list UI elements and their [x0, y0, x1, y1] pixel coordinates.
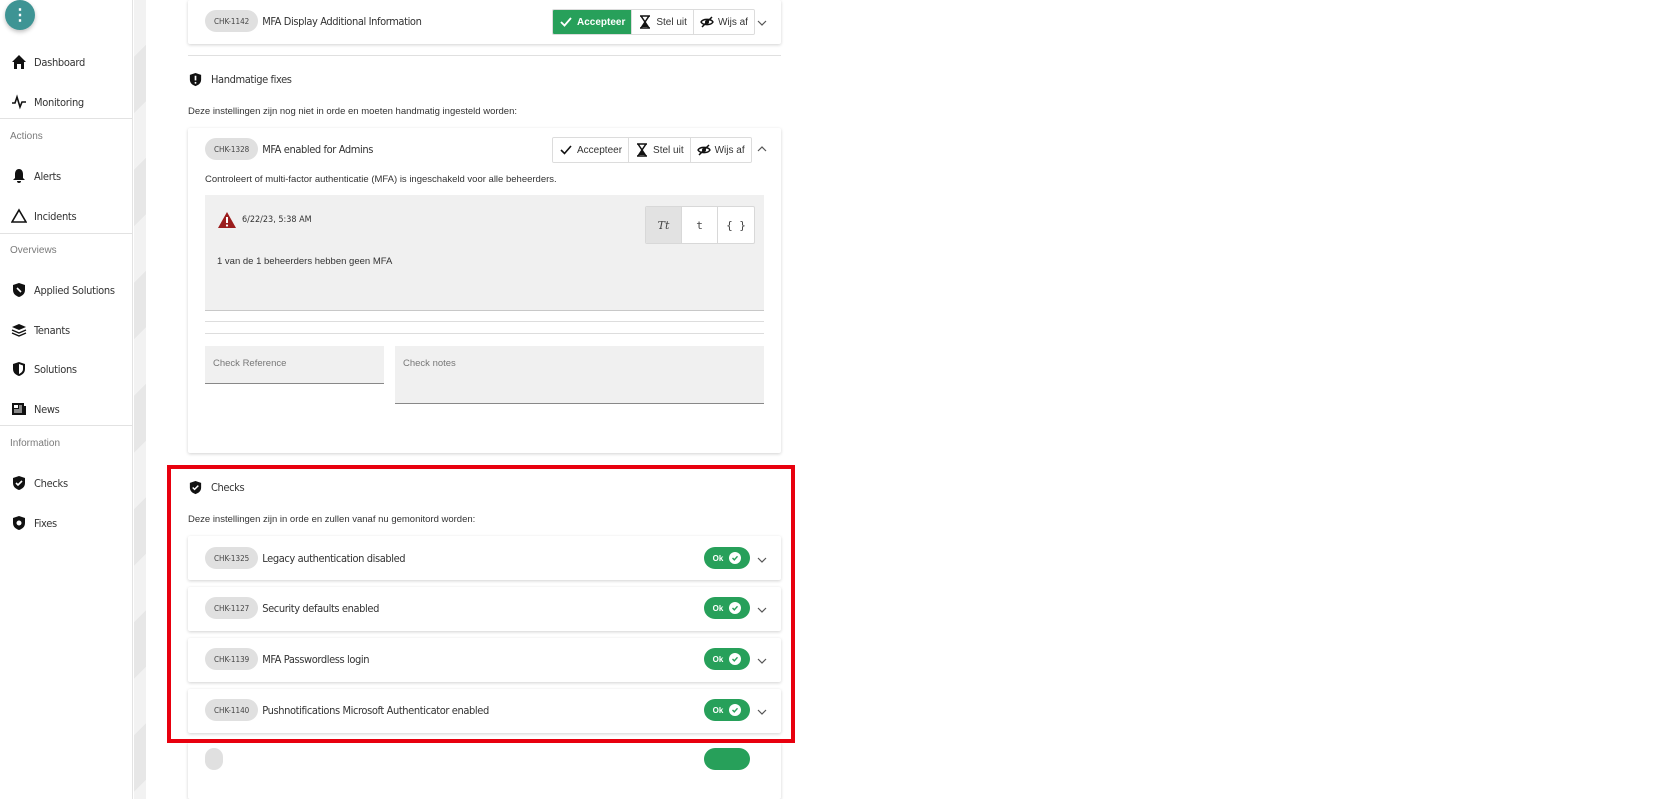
check-icon [560, 17, 572, 27]
sidebar-item-label: Applied Solutions [34, 283, 115, 297]
sidebar-item-fixes[interactable]: Fixes [0, 508, 132, 538]
section-divider [188, 55, 781, 56]
sidebar-item-alerts[interactable]: Alerts [0, 161, 132, 191]
check-title: MFA enabled for Admins [262, 142, 373, 156]
sidebar-item-label: Alerts [34, 169, 61, 183]
sidebar-item-label: Incidents [34, 209, 77, 223]
sidebar-divider [0, 118, 132, 119]
check-code-badge: CHK-1328 [205, 138, 259, 160]
eye-off-icon [696, 144, 711, 156]
accept-button[interactable]: Accepteer [553, 10, 633, 34]
divider [205, 321, 764, 322]
sidebar: ⋮ Dashboard Monitoring Actions Alerts In… [0, 0, 133, 799]
menu-button[interactable]: ⋮ [5, 0, 35, 30]
decorative-stripe [134, 0, 146, 799]
section-label-actions: Actions [10, 131, 43, 142]
sidebar-divider [0, 425, 132, 426]
expand-chevron-icon[interactable] [755, 16, 769, 30]
check-code-badge: CHK-1142 [205, 10, 259, 32]
shield-wrench-icon [10, 281, 28, 299]
sidebar-item-solutions[interactable]: Solutions [0, 354, 132, 384]
collapse-chevron-icon[interactable] [755, 142, 769, 156]
section-label-overviews: Overviews [10, 245, 57, 256]
result-text: 1 van de 1 beheerders hebben geen MFA [217, 256, 393, 267]
result-panel: 6/22/23, 5:38 AM Tt t { } 1 van de 1 beh… [205, 195, 764, 311]
sidebar-item-label: News [34, 402, 60, 416]
check-row-header[interactable]: CHK-1328 MFA enabled for Admins [205, 138, 373, 160]
check-code-badge [205, 748, 223, 770]
sidebar-item-news[interactable]: News [0, 394, 132, 424]
manual-fixes-description: Deze instellingen zijn nog niet in orde … [188, 106, 518, 117]
section-label-information: Information [10, 438, 61, 449]
check-reference-field[interactable]: Check Reference [205, 346, 384, 384]
sidebar-item-label: Tenants [34, 323, 70, 337]
reject-button[interactable]: Wijs af [690, 138, 751, 162]
sidebar-item-label: Checks [34, 476, 68, 490]
manual-fixes-heading: Handmatige fixes [188, 72, 292, 87]
warning-triangle-icon [10, 207, 28, 225]
shield-exclamation-icon [189, 72, 202, 87]
shield-fix-icon [10, 514, 28, 532]
sidebar-divider [0, 233, 132, 234]
sidebar-item-applied-solutions[interactable]: Applied Solutions [0, 275, 132, 305]
warning-icon [218, 212, 236, 228]
format-text-button[interactable]: Tt [646, 207, 682, 243]
check-row-card: CHK-1142 MFA Display Additional Informat… [188, 0, 781, 44]
highlight-annotation [167, 465, 795, 743]
ok-status-badge [704, 748, 750, 770]
sidebar-item-tenants[interactable]: Tenants [0, 315, 132, 345]
action-button-group: Accepteer Stel uit Wijs af [552, 9, 755, 35]
manual-fix-card: CHK-1328 MFA enabled for Admins Acceptee… [188, 128, 781, 453]
check-icon [560, 145, 572, 155]
check-title: MFA Display Additional Information [262, 14, 422, 28]
sidebar-item-label: Monitoring [34, 95, 84, 109]
check-row-header[interactable]: CHK-1142 MFA Display Additional Informat… [205, 10, 422, 32]
bell-icon [10, 167, 28, 185]
check-row-card [188, 742, 781, 799]
newspaper-icon [10, 400, 28, 418]
result-timestamp: 6/22/23, 5:38 AM [242, 215, 312, 225]
format-json-button[interactable]: { } [718, 207, 754, 243]
eye-off-icon [700, 16, 714, 28]
pulse-icon [10, 93, 28, 111]
sidebar-item-dashboard[interactable]: Dashboard [0, 47, 132, 77]
layers-icon [10, 321, 28, 339]
sidebar-item-incidents[interactable]: Incidents [0, 201, 132, 231]
sidebar-item-checks[interactable]: Checks [0, 468, 132, 498]
sidebar-item-label: Solutions [34, 362, 77, 376]
check-description: Controleert of multi-factor authenticati… [205, 174, 557, 185]
format-toggle-group: Tt t { } [645, 206, 755, 244]
accept-button[interactable]: Accepteer [553, 138, 630, 162]
sidebar-item-label: Fixes [34, 516, 57, 530]
home-icon [10, 53, 28, 71]
divider [205, 333, 764, 334]
format-plain-button[interactable]: t [682, 207, 718, 243]
sidebar-item-monitoring[interactable]: Monitoring [0, 87, 132, 117]
shield-icon [10, 360, 28, 378]
action-button-group: Accepteer Stel uit Wijs af [552, 137, 752, 163]
defer-button[interactable]: Stel uit [629, 138, 691, 162]
hourglass-icon [637, 143, 648, 157]
sidebar-item-label: Dashboard [34, 55, 85, 69]
defer-button[interactable]: Stel uit [632, 10, 694, 34]
check-notes-field[interactable]: Check notes [395, 346, 764, 404]
shield-check-icon [10, 474, 28, 492]
reject-button[interactable]: Wijs af [693, 10, 754, 34]
hourglass-icon [640, 15, 651, 29]
